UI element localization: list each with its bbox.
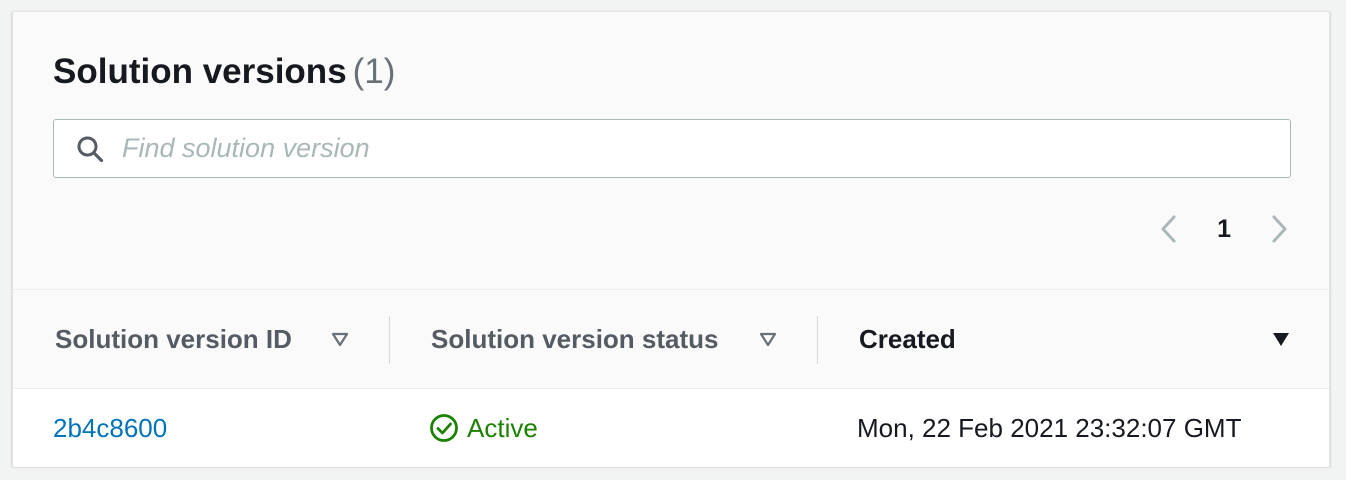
solution-versions-panel: Solution versions(1) 1 Solution version … [12, 11, 1330, 467]
column-header-solution-version-status[interactable]: Solution version status [431, 290, 719, 388]
table-row: 2b4c8600 Active Mon, 22 Feb 2021 23:32:0… [13, 389, 1329, 467]
previous-page-button[interactable] [1157, 212, 1181, 246]
next-page-button[interactable] [1267, 212, 1291, 246]
page-number-button[interactable]: 1 [1217, 215, 1231, 244]
created-cell: Mon, 22 Feb 2021 23:32:07 GMT [857, 412, 1242, 443]
solution-version-id-link[interactable]: 2b4c8600 [53, 413, 167, 444]
item-count: (1) [352, 52, 396, 91]
status-success-icon [430, 414, 458, 442]
column-header-solution-version-id[interactable]: Solution version ID [55, 290, 292, 388]
search-icon [77, 136, 104, 163]
panel-title-text: Solution versions [53, 52, 347, 91]
sort-caret-down-icon[interactable] [758, 330, 778, 348]
search-box[interactable] [53, 119, 1291, 178]
column-header-created[interactable]: Created [859, 290, 956, 388]
column-divider [389, 316, 390, 364]
status-label: Active [467, 412, 538, 443]
table-header: Solution version ID Solution version sta… [13, 289, 1329, 389]
search-input[interactable] [122, 120, 1272, 176]
column-divider [817, 316, 818, 364]
sorted-descending-icon[interactable] [1271, 330, 1291, 348]
panel-title: Solution versions (1) [53, 52, 395, 92]
solution-versions-table: Solution version ID Solution version sta… [13, 289, 1329, 467]
pagination: 1 [1157, 212, 1291, 246]
solution-version-status-cell: Active [429, 389, 538, 467]
solution-version-id-cell: 2b4c8600 [53, 389, 167, 467]
sort-caret-down-icon[interactable] [330, 330, 350, 348]
